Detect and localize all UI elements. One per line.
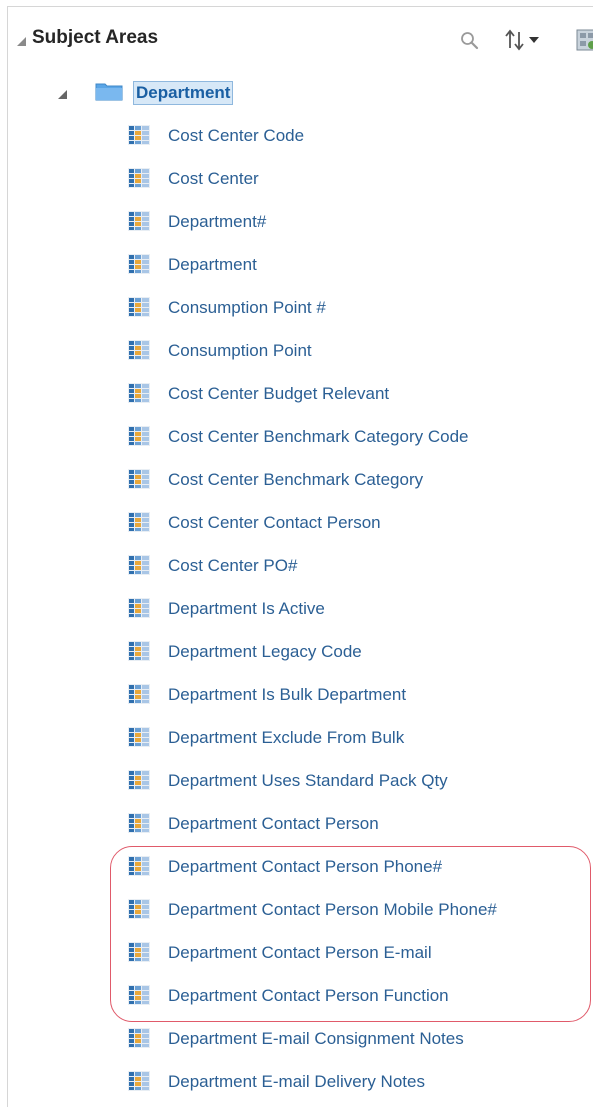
column-label[interactable]: Department Uses Standard Pack Qty bbox=[168, 769, 448, 793]
column-label[interactable]: Cost Center Contact Person bbox=[168, 511, 381, 535]
column-label[interactable]: Department Legacy Code bbox=[168, 640, 362, 664]
column-label[interactable]: Department Is Bulk Department bbox=[168, 683, 406, 707]
column-icon bbox=[128, 641, 150, 661]
column-icon bbox=[128, 684, 150, 704]
column-label[interactable]: Department Contact Person E-mail bbox=[168, 941, 432, 965]
column-icon bbox=[128, 125, 150, 145]
column-label[interactable]: Department Contact Person Phone# bbox=[168, 855, 442, 879]
column-icon bbox=[128, 340, 150, 360]
column-icon bbox=[128, 899, 150, 919]
column-label[interactable]: Cost Center Benchmark Category bbox=[168, 468, 423, 492]
folder-icon bbox=[95, 81, 123, 106]
column-icon bbox=[128, 211, 150, 231]
column-label[interactable]: Department Exclude From Bulk bbox=[168, 726, 404, 750]
column-label[interactable]: Consumption Point # bbox=[168, 296, 326, 320]
column-icon bbox=[128, 1028, 150, 1048]
column-icon bbox=[128, 856, 150, 876]
column-label[interactable]: Cost Center PO# bbox=[168, 554, 297, 578]
expand-folder-icon[interactable] bbox=[58, 90, 67, 99]
panel-header: Subject Areas bbox=[7, 6, 593, 66]
column-label[interactable]: Cost Center bbox=[168, 167, 259, 191]
column-icon bbox=[128, 813, 150, 833]
column-icon bbox=[128, 254, 150, 274]
panel-title: Subject Areas bbox=[32, 27, 159, 48]
column-label[interactable]: Cost Center Code bbox=[168, 124, 304, 148]
column-icon bbox=[128, 598, 150, 618]
column-label[interactable]: Department Contact Person Mobile Phone# bbox=[168, 898, 497, 922]
column-icon bbox=[128, 770, 150, 790]
sort-icon[interactable] bbox=[505, 28, 545, 57]
column-label[interactable]: Department Is Active bbox=[168, 597, 325, 621]
column-label[interactable]: Department E-mail Delivery Notes bbox=[168, 1070, 425, 1094]
column-icon bbox=[128, 727, 150, 747]
column-icon bbox=[128, 469, 150, 489]
column-icon bbox=[128, 297, 150, 317]
column-label[interactable]: Department E-mail Consignment Notes bbox=[168, 1027, 464, 1051]
collapse-panel-icon[interactable] bbox=[17, 37, 26, 46]
column-icon bbox=[128, 512, 150, 532]
column-icon bbox=[128, 383, 150, 403]
column-label[interactable]: Cost Center Benchmark Category Code bbox=[168, 425, 468, 449]
column-icon bbox=[128, 942, 150, 962]
column-icon bbox=[128, 168, 150, 188]
column-label[interactable]: Department Contact Person Function bbox=[168, 984, 449, 1008]
column-label[interactable]: Cost Center Budget Relevant bbox=[168, 382, 389, 406]
column-label[interactable]: Department bbox=[168, 253, 257, 277]
column-icon bbox=[128, 426, 150, 446]
column-icon bbox=[128, 1071, 150, 1091]
column-label[interactable]: Department Contact Person bbox=[168, 812, 379, 836]
column-label[interactable]: Department# bbox=[168, 210, 266, 234]
folder-label[interactable]: Department bbox=[133, 81, 234, 105]
column-icon bbox=[128, 555, 150, 575]
column-label[interactable]: Consumption Point bbox=[168, 339, 312, 363]
new-object-icon[interactable] bbox=[575, 28, 593, 57]
column-icon bbox=[128, 985, 150, 1005]
search-icon[interactable] bbox=[459, 30, 481, 57]
